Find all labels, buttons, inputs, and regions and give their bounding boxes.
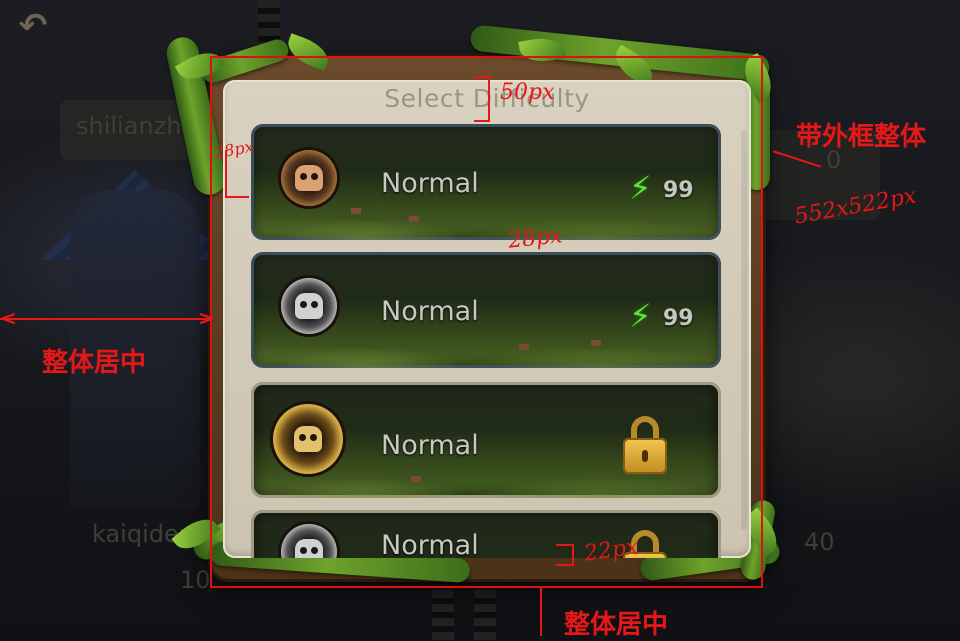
skull-badge-icon [281,150,337,206]
difficulty-row-2[interactable]: Normal ⚡ 99 [251,252,721,368]
energy-cost: 99 [663,178,694,203]
padlock-icon [623,416,667,474]
horned-skull-badge-icon [281,278,337,334]
annotation-bracket [572,544,574,566]
background-value-bottom-left: 10 [180,566,211,594]
difficulty-row-1[interactable]: Normal ⚡ 99 [251,124,721,240]
scenery-house [411,476,421,482]
gold-skull-badge-icon [273,404,343,474]
difficulty-row-4-locked[interactable]: Normal [251,510,721,558]
annotation-title-gap: 50px [500,80,555,105]
scenery-house [591,340,601,346]
skull-badge-icon [281,524,337,558]
difficulty-label: Normal [381,530,479,558]
energy-cost: 99 [663,306,694,331]
energy-bolt-icon: ⚡ [629,297,652,335]
annotation-bracket [474,120,490,122]
annotation-outer-size-label: 带外框整体 [796,122,927,152]
scenery-house [519,344,529,350]
back-arrow-icon[interactable]: ↶ [10,6,56,46]
scenery-house [351,208,361,214]
annotation-vertical-line [540,588,542,636]
chain-bottom-2 [474,590,496,640]
annotation-arrow-left: < [0,306,17,330]
annotation-center-bottom: 整体居中 [564,610,669,640]
annotation-arrow-right: > [198,306,215,330]
annotation-horizontal-line [0,318,210,320]
background-value-bottom-right: 40 [804,528,835,556]
energy-bolt-icon: ⚡ [629,169,652,207]
annotation-bracket [225,196,249,198]
scenery-house [409,216,419,222]
annotation-bracket [556,564,574,566]
difficulty-label: Normal [381,430,479,461]
dialog-scrollbar[interactable] [741,130,747,530]
difficulty-dialog: Select Difficulty Normal ⚡ 99 Normal ⚡ 9… [223,80,751,558]
chain-bottom [432,590,454,640]
background-player-name-bottom: kaiqider [92,520,189,548]
annotation-bracket [488,76,490,122]
difficulty-label: Normal [381,296,479,327]
dialog-title: Select Difficulty [384,84,590,113]
annotation-center-left: 整体居中 [42,348,147,378]
difficulty-label: Normal [381,168,479,199]
difficulty-row-3-locked[interactable]: Normal [251,382,721,498]
background-player-name-top: shilianzhi [76,112,189,140]
